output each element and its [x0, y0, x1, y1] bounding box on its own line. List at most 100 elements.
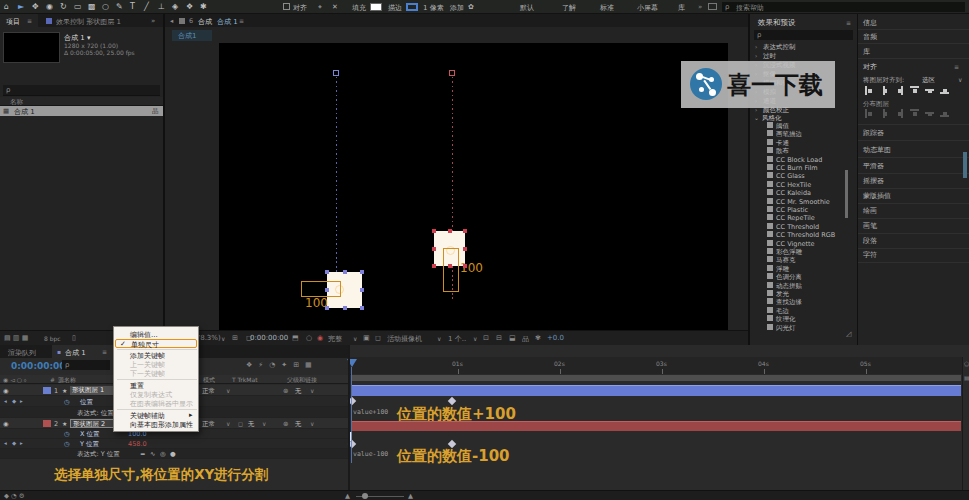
- trash-icon[interactable]: ▯: [72, 334, 76, 342]
- fx-item[interactable]: 散布: [776, 147, 789, 156]
- flowchart-icon[interactable]: 品: [522, 334, 529, 344]
- keyframe-icon[interactable]: [448, 397, 456, 405]
- fx-item[interactable]: 色调分离: [776, 273, 802, 282]
- layer2-x-stopwatch-icon[interactable]: ◷: [64, 430, 70, 438]
- fx-item[interactable]: CC RepeTile: [776, 214, 815, 222]
- panel-tab-蒙版插值[interactable]: 蒙版插值: [863, 191, 891, 201]
- tab-project[interactable]: 项目 ≡: [0, 14, 38, 27]
- layer2-expression-row[interactable]: 表达式: Y 位置=∿◎●: [0, 449, 350, 459]
- timeline-icon[interactable]: ⬓: [509, 334, 516, 342]
- resolution-caret[interactable]: ∨: [353, 335, 357, 342]
- panel-tab-2[interactable]: 音频: [863, 32, 877, 42]
- selection-handle[interactable]: [325, 288, 329, 292]
- viewer-timecode[interactable]: 0:00:00:00: [250, 334, 288, 342]
- views-caret[interactable]: ∨: [473, 335, 477, 342]
- tab-overflow-icon[interactable]: »: [151, 17, 155, 25]
- panel-tab-摇摆器[interactable]: 摇摆器: [863, 176, 884, 186]
- comp-button-icon[interactable]: ▤: [964, 374, 969, 381]
- layer2-parent-caret[interactable]: ∨: [310, 420, 314, 427]
- panel-tab-3[interactable]: 库: [863, 47, 870, 57]
- selection-handle[interactable]: [360, 288, 364, 292]
- viewer-tab-name[interactable]: 合成 1: [217, 17, 238, 27]
- workspace-3[interactable]: 标准: [600, 3, 614, 13]
- comp-marker-icon[interactable]: ⬠: [964, 360, 969, 367]
- selection-handle[interactable]: [360, 306, 364, 310]
- distribute-icon-4[interactable]: [910, 109, 919, 118]
- fx-item[interactable]: CC HexTile: [776, 181, 811, 189]
- fx-item[interactable]: 纹理化: [776, 315, 796, 324]
- align-panel-title[interactable]: 对齐: [863, 62, 877, 72]
- camera-caret[interactable]: ∨: [437, 335, 441, 342]
- keyframe-nav-right[interactable]: ▸: [20, 440, 23, 446]
- layer1-stopwatch-icon[interactable]: ◷: [64, 398, 70, 406]
- fx-item[interactable]: CC Mr. Smoothie: [776, 198, 830, 206]
- menu-item-添加关键帧[interactable]: 添加关键帧: [115, 351, 197, 360]
- fx-category[interactable]: 表达式控制: [763, 43, 796, 52]
- layer1-mode[interactable]: 正常: [202, 387, 215, 396]
- panel-menu-icon[interactable]: ≡: [27, 17, 32, 24]
- fx-item[interactable]: CC Vignette: [776, 240, 815, 248]
- align-icon-5[interactable]: [925, 86, 934, 95]
- fx-item[interactable]: 画笔描边: [776, 130, 802, 139]
- pixel-aspect-icon[interactable]: ⊡: [483, 334, 489, 342]
- zoom-in-mountain-icon[interactable]: ▲: [408, 492, 413, 500]
- project-bpc[interactable]: 8 bpc: [44, 335, 61, 342]
- fx-item[interactable]: CC Threshold: [776, 223, 819, 231]
- workspace-2[interactable]: 了解: [562, 3, 576, 13]
- roi-icon[interactable]: ▣: [363, 334, 370, 342]
- layer2-parent[interactable]: 无: [295, 420, 302, 429]
- menu-item-单独尺寸[interactable]: 单独尺寸✓: [115, 339, 197, 348]
- zoom-slider-knob[interactable]: [362, 493, 368, 499]
- exposure-value[interactable]: +0.0: [547, 334, 564, 342]
- fx-item[interactable]: 查找边缘: [776, 298, 802, 307]
- layer2-yposition-label[interactable]: Y 位置: [80, 440, 99, 449]
- layer2-name[interactable]: 形状图层 2: [70, 419, 116, 428]
- align-panel-menu-icon[interactable]: ≡: [954, 63, 959, 70]
- selection-handle[interactable]: [432, 264, 436, 268]
- layer1-parent-caret[interactable]: ∨: [310, 387, 314, 394]
- align-icon-6[interactable]: [940, 86, 949, 95]
- layer1-duration-bar[interactable]: [352, 385, 961, 396]
- transparency-grid-icon[interactable]: ◻: [375, 334, 381, 342]
- panel-tab-画笔[interactable]: 画笔: [863, 221, 877, 231]
- timeline-zoom-slider[interactable]: [356, 496, 404, 497]
- layer1-parent-pickwhip-icon[interactable]: ⊚: [283, 387, 288, 395]
- align-icon-3[interactable]: [895, 86, 904, 95]
- layer2-mode[interactable]: 正常: [202, 420, 215, 429]
- expression-graph-icon[interactable]: ∿: [150, 450, 155, 458]
- viewer-prev-icon[interactable]: ◂: [170, 17, 173, 25]
- expression-text-layer2[interactable]: value-100: [353, 450, 388, 458]
- camera-view-label[interactable]: 活动摄像机: [387, 334, 422, 344]
- fx-category-caret[interactable]: ›: [755, 43, 757, 50]
- align-to-value[interactable]: 选区: [922, 76, 935, 85]
- panel-tab-跟踪器[interactable]: 跟踪器: [863, 128, 884, 138]
- align-icon-2[interactable]: [880, 86, 889, 95]
- menu-item-仅复制表达式[interactable]: 仅复制表达式: [115, 390, 197, 399]
- panel-tab-1[interactable]: 信息: [863, 18, 877, 28]
- fx-category-caret[interactable]: ›: [755, 52, 757, 59]
- expression-language-icon[interactable]: ●: [170, 450, 176, 458]
- layer2-duration-bar[interactable]: [352, 421, 961, 431]
- layer2-yposition-value[interactable]: 458.0: [128, 440, 147, 448]
- selection-handle[interactable]: [432, 229, 436, 233]
- selection-handle[interactable]: [463, 247, 467, 251]
- layer2-trkmat-caret[interactable]: ∨: [262, 420, 266, 427]
- panel-tab-动态草图[interactable]: 动态草图: [863, 145, 891, 155]
- project-item-comp1[interactable]: ▦ 合成 1 品: [0, 106, 163, 116]
- help-search-field[interactable]: ρ 搜索帮助: [722, 2, 965, 12]
- layer2-yposition-row[interactable]: ◂◆▸◷Y 位置458.0: [0, 439, 350, 449]
- viewer-active-tab-chip[interactable]: 合成1: [172, 30, 212, 41]
- fx-item[interactable]: CC Kaleida: [776, 189, 811, 197]
- workspace-4[interactable]: 小屏幕: [637, 3, 658, 13]
- menu-item-关键帧辅助[interactable]: 关键帧辅助▸: [115, 411, 197, 420]
- workspace-panel-icon[interactable]: [708, 3, 717, 10]
- layer1-position-label[interactable]: 位置: [80, 398, 93, 407]
- expression-text-layer1[interactable]: value+100: [353, 408, 388, 416]
- menu-item-上一关键帧[interactable]: 上一关键帧: [115, 360, 197, 369]
- composition-canvas[interactable]: [219, 43, 728, 330]
- project-search-field[interactable]: ρ: [3, 85, 160, 96]
- menu-item-在图表编辑器中显示[interactable]: 在图表编辑器中显示: [115, 399, 197, 408]
- project-footer-icons[interactable]: ▤ ▥ ▦: [4, 334, 28, 342]
- fx-item[interactable]: 马赛克: [776, 256, 796, 265]
- snapshot-icon[interactable]: ⬒: [292, 334, 299, 342]
